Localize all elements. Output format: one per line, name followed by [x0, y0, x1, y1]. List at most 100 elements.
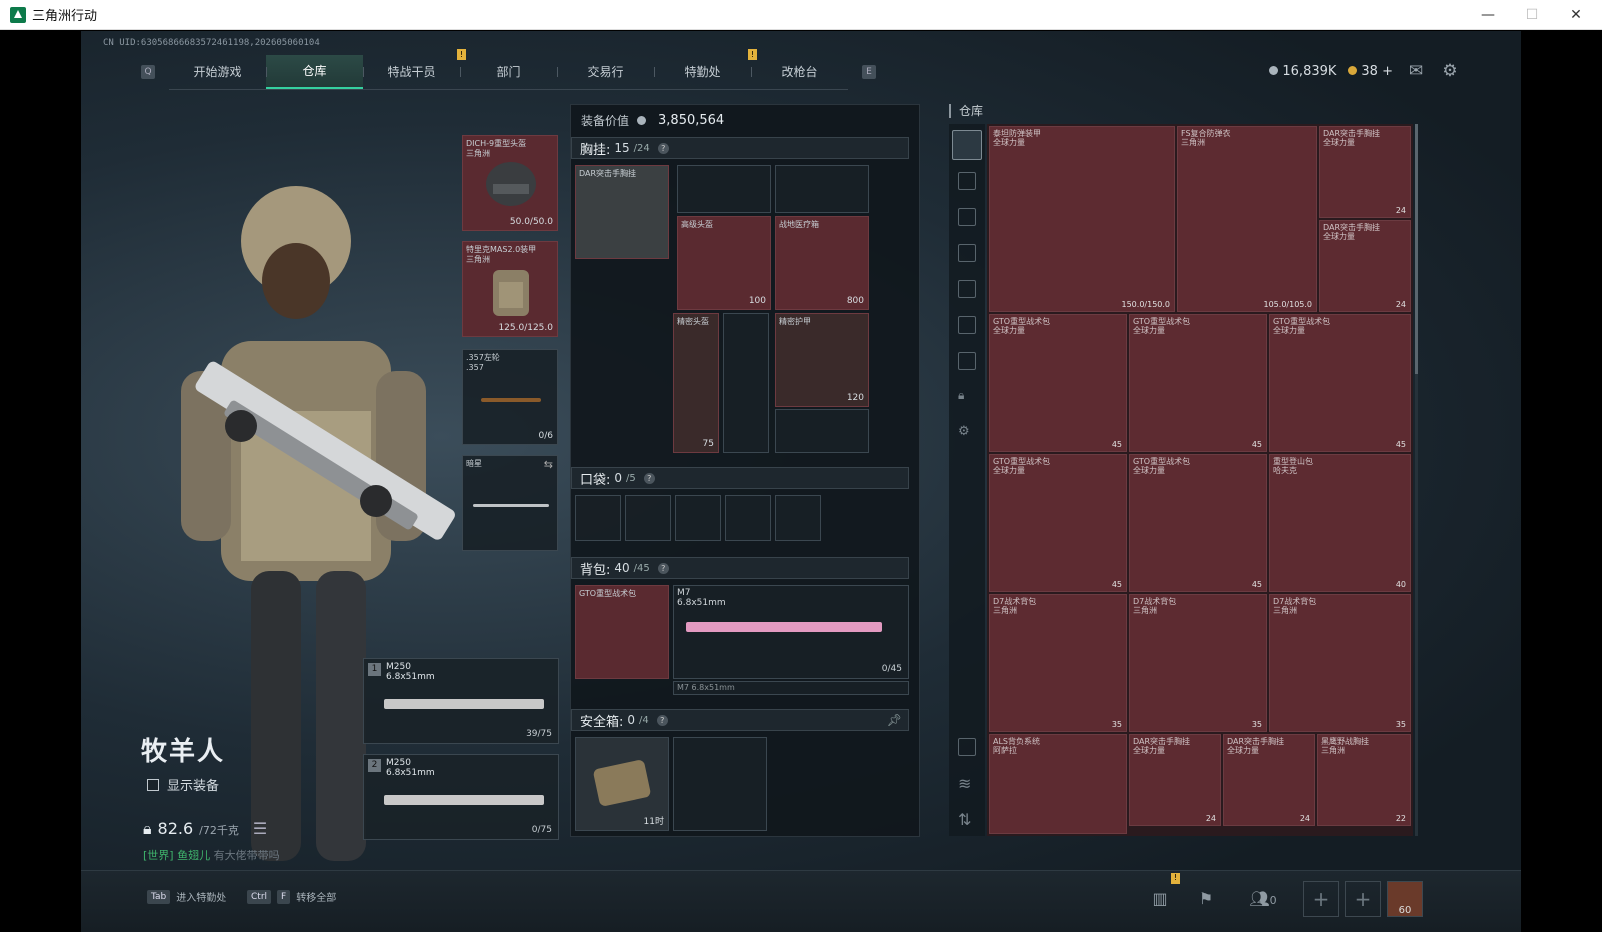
- armor-slot[interactable]: 特里克MAS2.0装甲 三角洲 125.0/125.0: [462, 241, 558, 337]
- safebox-container[interactable]: 11时: [575, 737, 669, 831]
- chest-item-precision-armor[interactable]: 精密护甲 120: [775, 313, 869, 407]
- chest-cell[interactable]: [775, 409, 869, 453]
- item-value: 45: [1111, 580, 1122, 589]
- minimize-button[interactable]: —: [1466, 0, 1510, 30]
- chest-rig-item[interactable]: DAR突击手胸挂: [575, 165, 669, 259]
- pocket-cell[interactable]: [625, 495, 671, 541]
- stats-icon[interactable]: ▥: [1149, 889, 1171, 911]
- stash-item[interactable]: D7战术背包 三角洲 35: [989, 594, 1127, 732]
- close-button[interactable]: ✕: [1554, 0, 1598, 30]
- layers-icon[interactable]: ≋: [958, 774, 976, 793]
- pin-icon[interactable]: 📌︎: [887, 713, 902, 727]
- prev-tab-key[interactable]: Q: [141, 65, 155, 79]
- pocket-cell[interactable]: [675, 495, 721, 541]
- player-avatar[interactable]: 60: [1387, 881, 1423, 917]
- backpack-weapon-m7-2[interactable]: M7 6.8x51mm: [673, 681, 909, 695]
- stash-item[interactable]: GTO重型战术包 全球力量 45: [1269, 314, 1411, 452]
- tab-warehouse[interactable]: 仓库: [266, 54, 363, 89]
- chest-item-medkit[interactable]: 战地医疗箱 800: [775, 216, 869, 310]
- stash-scrollbar[interactable]: [1415, 124, 1418, 836]
- transfer-all-hint[interactable]: Ctrl F 转移全部: [247, 889, 336, 904]
- lock-icon[interactable]: 🔒︎: [958, 388, 976, 406]
- backpack-weapon-m7[interactable]: M7 6.8x51mm 0/45: [673, 585, 909, 679]
- chest-item-precision-helmet[interactable]: 精密头盔 75: [673, 313, 719, 453]
- chest-cell[interactable]: [723, 313, 769, 453]
- primary-weapon-slot-2[interactable]: 2 M250 6.8x51mm 0/75: [363, 754, 559, 840]
- stash-tab-icon[interactable]: [958, 244, 976, 262]
- invite-slot-2[interactable]: +: [1345, 881, 1381, 917]
- list-icon[interactable]: ☰: [253, 819, 267, 838]
- stash-all-icon[interactable]: [952, 130, 982, 160]
- stash-item[interactable]: D7战术背包 三角洲 35: [1269, 594, 1411, 732]
- melee-slot[interactable]: 暗星 ⇆: [462, 455, 558, 551]
- tab-operators[interactable]: 特战干员!: [363, 48, 466, 89]
- pocket-cell[interactable]: [575, 495, 621, 541]
- maximize-button[interactable]: ☐: [1510, 0, 1554, 30]
- tab-department[interactable]: 部门: [460, 55, 557, 89]
- chat-line[interactable]: [世界] 鱼翅儿 有大佬带带吗: [143, 847, 280, 863]
- checkbox[interactable]: [147, 778, 159, 791]
- tab-special-ops[interactable]: 特勤处!: [654, 48, 757, 89]
- chest-cell[interactable]: [677, 165, 771, 213]
- stash-item[interactable]: DAR突击手胸挂 全球力量 24: [1223, 734, 1315, 826]
- tab-start-game[interactable]: 开始游戏: [169, 55, 266, 89]
- help-icon[interactable]: ?: [643, 472, 655, 484]
- item-faction: 全球力量: [1133, 746, 1165, 755]
- stash-tab-icon[interactable]: [958, 172, 976, 190]
- stash-tab-sidebar: 🔒︎ ⚙ ≋ ⇅: [949, 124, 985, 836]
- chest-item-helmet[interactable]: 高级头盔 100: [677, 216, 771, 310]
- pistol-slot[interactable]: .357左轮 .357 0/6: [462, 349, 558, 445]
- chest-cell[interactable]: [775, 165, 869, 213]
- squad-icon[interactable]: 👥︎0: [1243, 889, 1283, 911]
- transfer-icon[interactable]: ⇅: [958, 810, 976, 829]
- help-icon[interactable]: ?: [657, 142, 669, 154]
- stash-item[interactable]: GTO重型战术包 全球力量 45: [1129, 314, 1267, 452]
- weapon-name: M250: [386, 662, 411, 672]
- stash-tab-icon[interactable]: [958, 280, 976, 298]
- stash-tab-icon[interactable]: [958, 208, 976, 226]
- swap-icon[interactable]: ⇆: [544, 458, 553, 471]
- tab-gunsmith[interactable]: 改枪台: [751, 55, 848, 89]
- gear-icon[interactable]: ⚙: [958, 424, 976, 442]
- stash-item[interactable]: GTO重型战术包 全球力量 45: [1129, 454, 1267, 592]
- stash-item[interactable]: GTO重型战术包 全球力量 45: [989, 314, 1127, 452]
- stash-tab-icon[interactable]: [958, 352, 976, 370]
- item-info: D7战术背包 三角洲: [1273, 597, 1316, 615]
- chat-user: 鱼翅儿: [177, 849, 211, 862]
- flag-icon[interactable]: ⚑: [1195, 889, 1217, 911]
- stash-item[interactable]: GTO重型战术包 全球力量 45: [989, 454, 1127, 592]
- stash-item[interactable]: FS复合防弹衣 三角洲 105.0/105.0: [1177, 126, 1317, 312]
- gear-icon[interactable]: ⚙: [1439, 61, 1461, 81]
- add-gold-button[interactable]: +: [1382, 64, 1393, 79]
- sort-icon[interactable]: [958, 738, 976, 756]
- invite-slot-1[interactable]: +: [1303, 881, 1339, 917]
- safebox-cell[interactable]: [673, 737, 767, 831]
- mail-icon[interactable]: ✉: [1405, 61, 1427, 81]
- primary-weapon-slot-1[interactable]: 1 M250 6.8x51mm 39/75: [363, 658, 559, 744]
- pocket-cell[interactable]: [775, 495, 821, 541]
- stash-tab-icon[interactable]: [958, 316, 976, 334]
- stash-item[interactable]: DAR突击手胸挂 全球力量 24: [1319, 220, 1411, 312]
- gold-currency[interactable]: 38 +: [1348, 64, 1393, 79]
- help-icon[interactable]: ?: [657, 562, 669, 574]
- player-uid: CN UID:6305686668357246119​8,20260506010…: [103, 38, 320, 48]
- stash-item[interactable]: 重型登山包 哈夫克 40: [1269, 454, 1411, 592]
- show-gear-toggle[interactable]: 显示装备: [147, 775, 219, 794]
- enter-special-ops-hint[interactable]: Tab 进入特勤处: [147, 889, 226, 904]
- next-tab-key[interactable]: E: [862, 65, 876, 79]
- item-name: 战地医疗箱: [779, 220, 819, 229]
- pocket-cell[interactable]: [725, 495, 771, 541]
- stash-item[interactable]: 黑鹰野战胸挂 三角洲 22: [1317, 734, 1411, 826]
- scrollbar-thumb[interactable]: [1415, 124, 1418, 374]
- tab-market[interactable]: 交易行: [557, 55, 654, 89]
- stash-item[interactable]: 泰坦防弹装甲 全球力量 150.0/150.0: [989, 126, 1175, 312]
- stash-item[interactable]: ALS背负系统 阿萨拉: [989, 734, 1127, 834]
- stash-item[interactable]: DAR突击手胸挂 全球力量 24: [1319, 126, 1411, 218]
- item-faction: 全球力量: [993, 466, 1025, 475]
- help-icon[interactable]: ?: [656, 714, 668, 726]
- stash-item[interactable]: D7战术背包 三角洲 35: [1129, 594, 1267, 732]
- backpack-item[interactable]: GTO重型战术包: [575, 585, 669, 679]
- silver-currency[interactable]: 16,839K: [1269, 64, 1336, 79]
- stash-item[interactable]: DAR突击手胸挂 全球力量 24: [1129, 734, 1221, 826]
- helmet-slot[interactable]: DICH-9重型头盔 三角洲 50.0/50.0: [462, 135, 558, 231]
